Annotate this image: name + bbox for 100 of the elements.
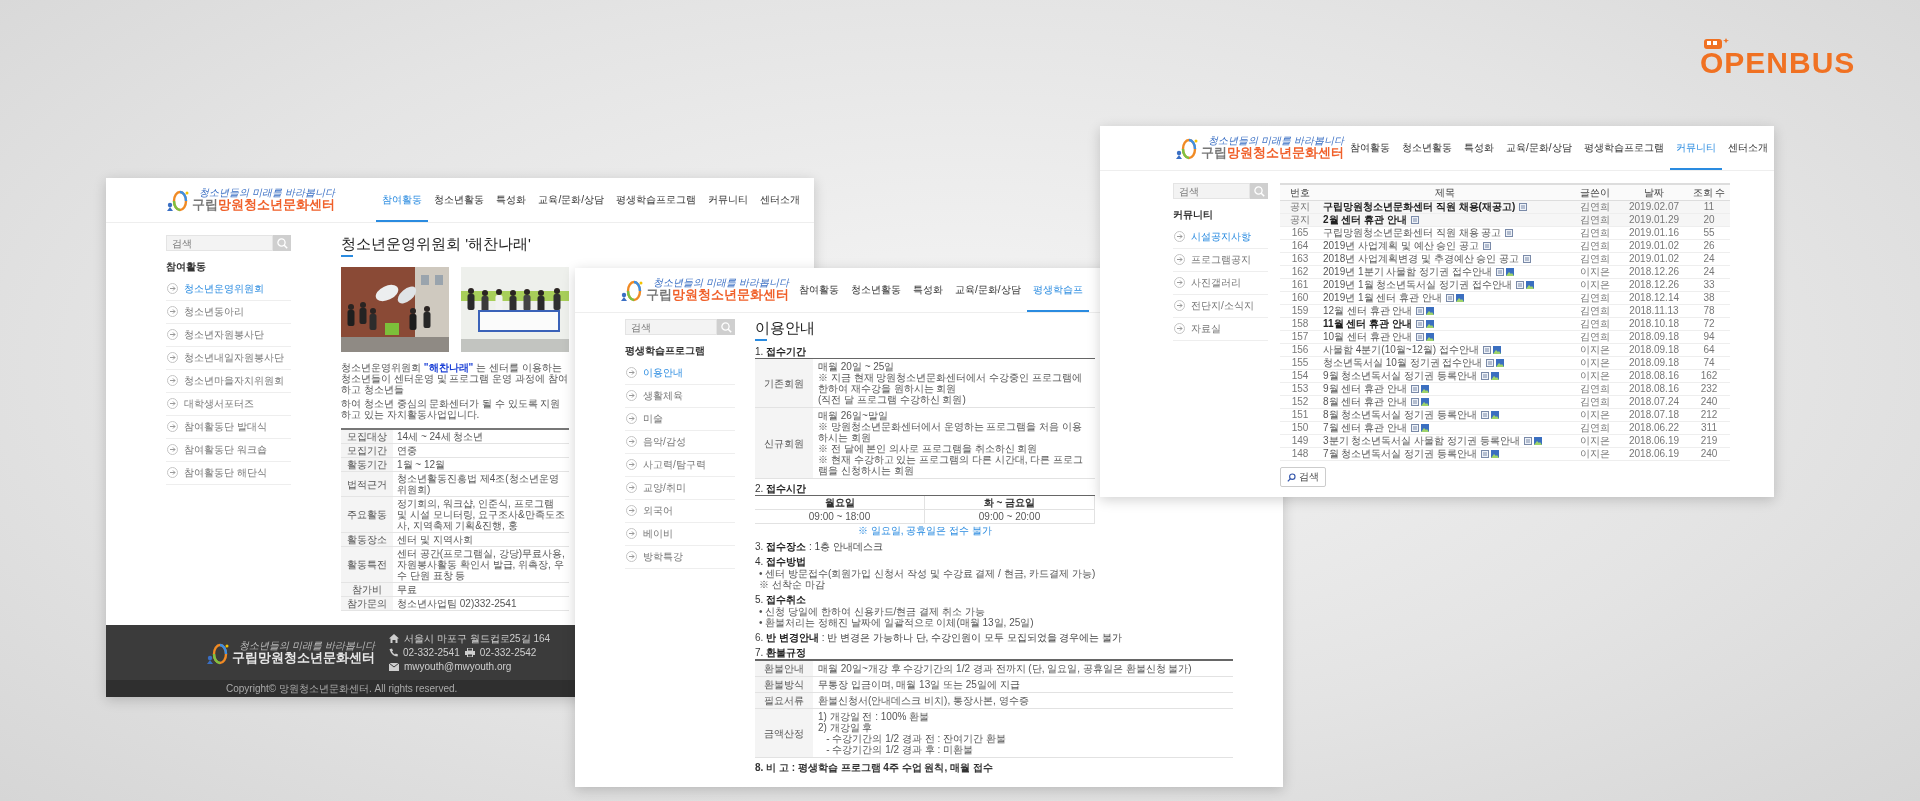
file-icon [1410,423,1419,432]
file-icon [1523,436,1532,445]
nav-item[interactable]: 청소년활동 [845,268,907,312]
sidebar-item[interactable]: 참여활동단 발대식 [166,416,291,439]
nav-item[interactable]: 커뮤니티 [1669,126,1722,170]
sidebar-item[interactable]: 미술 [625,408,735,431]
search-button[interactable] [717,319,735,335]
search-field[interactable]: 검색 [625,319,717,335]
nav-item[interactable]: 교육/문화/상담 [1500,126,1578,170]
nav-item[interactable]: 청소년활동 [1396,126,1458,170]
search-field[interactable]: 검색 [166,235,273,251]
post-title[interactable]: 10월 센터 휴관 안내 [1323,331,1413,342]
sidebar-item[interactable]: 프로그램공지 [1173,249,1268,272]
nav-item[interactable]: 특성화 [1458,126,1500,170]
post-title[interactable]: 8월 청소년독서실 정기권 등록안내 [1323,409,1477,420]
sidebar-item[interactable]: 참여활동단 해단식 [166,462,291,485]
arrow-icon [626,505,637,516]
file-icon [1486,358,1495,367]
sidebar-item[interactable]: 전단지/소식지 [1173,295,1268,318]
search-button[interactable]: 검색 [1280,467,1326,487]
post-title[interactable]: 3분기 청소년독서실 사물함 정기권 등록안내 [1323,435,1520,446]
logo-tagline: 청소년들의 미래를 바라봅니다 [239,640,375,651]
table-cell: 2018.12.26 [1620,278,1688,292]
file-icon [1482,345,1491,354]
logo-tagline: 청소년들의 미래를 바라봅니다 [653,278,789,288]
sidebar-item[interactable]: 시설공지사항 [1173,226,1268,249]
nav-item[interactable]: 평생학습프 [1026,268,1089,312]
table-cell: 2018.06.19 [1620,447,1688,461]
file-icon [1410,397,1419,406]
post-title[interactable]: 구립망원청소년문화센터 직원 채용 공고 [1323,227,1502,238]
post-title[interactable]: 청소년독서실 10월 정기권 접수안내 [1323,357,1483,368]
table-cell: 김연희 [1570,291,1620,305]
search-field[interactable]: 검색 [1173,183,1250,199]
sidebar-heading: 평생학습프로그램 [625,345,706,356]
table-cell: 2018.07.18 [1620,408,1688,422]
column-header: 번호 [1280,184,1320,201]
search-button[interactable] [1250,183,1268,199]
nav-item[interactable]: 청소년활동 [428,178,491,222]
nav-item[interactable]: 평생학습프로그램 [610,178,702,222]
nav-item[interactable]: 커뮤니티 [702,178,754,222]
sidebar-item[interactable]: 사진갤러리 [1173,272,1268,295]
post-title[interactable]: 9월 청소년독서실 정기권 등록안내 [1323,370,1477,381]
sidebar-item[interactable]: 생활체육 [625,385,735,408]
post-title[interactable]: 7월 청소년독서실 정기권 등록안내 [1323,448,1477,459]
sidebar-item[interactable]: 청소년마을자치위원회 [166,370,291,393]
sidebar-item[interactable]: 방학특강 [625,546,735,569]
table-cell: 김연희 [1570,382,1620,396]
sidebar-item[interactable]: 교양/취미 [625,477,735,500]
nav-item[interactable]: 센터소개 [754,178,806,222]
sidebar-item[interactable]: 대학생서포터즈 [166,393,291,416]
nav-item[interactable]: 참여활동 [1344,126,1396,170]
table-cell: 센터 공간(프로그램실, 강당)무료사용, 자원봉사활동 확인서 발급, 위촉장, 우수 단원 표창 등 [393,547,569,583]
post-title[interactable]: 7월 센터 휴관 안내 [1323,422,1407,433]
nav-item[interactable]: 교육/문화/상담 [532,178,610,222]
search-button[interactable] [273,235,291,251]
table-cell: 금액산정 [755,709,813,758]
sidebar-item[interactable]: 청소년내일자원봉사단 [166,347,291,370]
nav-item[interactable]: 특성화 [907,268,949,312]
nav-item[interactable]: 특성화 [490,178,533,222]
table-cell: 2018.08.16 [1620,382,1688,396]
sidebar-item[interactable]: 음악/감성 [625,431,735,454]
sidebar-item[interactable]: 사고력/탐구력 [625,454,735,477]
sidebar-item[interactable]: 청소년운영위원회 [166,278,291,301]
post-title[interactable]: 2019년 1월 청소년독서실 정기권 접수안내 [1323,279,1512,290]
post-title[interactable]: 12월 센터 휴관 안내 [1323,305,1413,316]
arrow-icon [1174,323,1185,334]
post-title[interactable]: 2019년 1분기 사물함 정기권 접수안내 [1323,266,1492,277]
arrow-icon [167,421,178,432]
search-icon [1253,185,1265,197]
section-heading: 1. 접수기간 [755,346,808,357]
sidebar-item[interactable]: 자료실 [1173,318,1268,341]
table-cell: 매월 26일~말일 ※ 망원청소년문화센터에서 운영하는 프로그램을 처음 이용하시는 회원 ※ 전 달에 본인 의사로 프로그램을 취소하신 회원 ※ 현재 수강하고 있는 프로그램의 다른 시간대, 다른 프로그램을 신청하시는 회원 [813,408,1095,479]
table-cell: 148 [1280,447,1320,461]
table-cell: 09:00 ~ 18:00 [755,510,925,524]
sidebar-item[interactable]: 청소년동아리 [166,301,291,324]
sidebar-item[interactable]: 외국어 [625,500,735,523]
nav-item[interactable]: 평생학습프로그램 [1577,126,1670,170]
nav-item[interactable]: 센터소개 [1721,126,1774,170]
address-text: 서울시 마포구 월드컵로25길 164 [404,633,551,644]
nav-item[interactable]: 교육/문화/상담 [949,268,1027,312]
brand-logo: OPENBUS [1700,48,1856,78]
post-title[interactable]: 11월 센터 휴관 안내 [1323,318,1412,329]
post-title[interactable]: 9월 센터 휴관 안내 [1323,383,1407,394]
table-cell: 김연희 [1570,226,1620,240]
nav-item[interactable]: 참여활동 [793,268,845,312]
table-cell: 2018.12.14 [1620,291,1688,305]
sidebar-item[interactable]: 이용안내 [625,362,735,385]
post-title[interactable]: 2018년 사업계획변경 및 추경예산 승인 공고 [1323,253,1520,264]
sidebar-item[interactable]: 참여활동단 워크숍 [166,439,291,462]
nav-item[interactable]: 참여활동 [376,178,429,222]
table-cell: 김연희 [1570,252,1620,266]
post-title[interactable]: 2019년 사업계획 및 예산 승인 공고 [1323,240,1480,251]
table-cell: 2018.07.24 [1620,395,1688,409]
sidebar-item[interactable]: 청소년자원봉사단 [166,324,291,347]
arrow-icon [626,436,637,447]
post-title[interactable]: 2019년 1월 센터 휴관 안내 [1323,292,1442,303]
post-title[interactable]: 8월 센터 휴관 안내 [1323,396,1407,407]
search-icon [720,321,732,333]
sidebar-item[interactable]: 베이비 [625,523,735,546]
post-title[interactable]: 사물함 4분기(10월~12월) 접수안내 [1323,344,1479,355]
